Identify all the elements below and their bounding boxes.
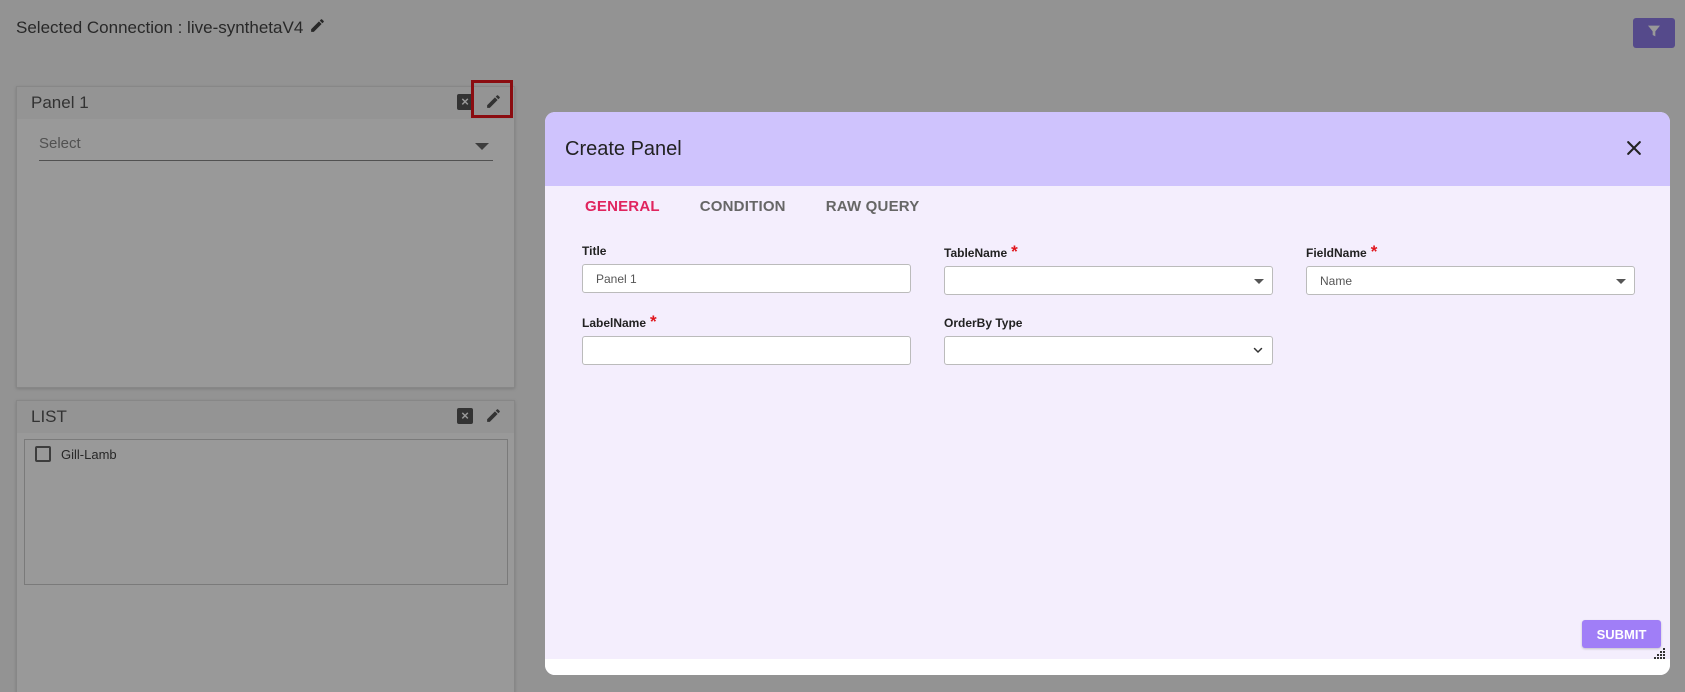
required-marker: * [650, 312, 657, 331]
fieldname-label: FieldName * [1306, 242, 1378, 261]
tab-raw-query[interactable]: RAW QUERY [826, 198, 920, 215]
chevron-down-icon [1254, 279, 1264, 284]
dialog-footer [545, 659, 1670, 675]
tablename-label: TableName * [944, 242, 1018, 261]
close-icon [1627, 141, 1641, 155]
tab-condition[interactable]: CONDITION [700, 198, 786, 215]
orderby-field-group: OrderBy Type [944, 316, 1273, 365]
resize-handle-icon[interactable] [1654, 647, 1666, 659]
required-marker: * [1011, 242, 1018, 261]
chevron-down-icon [1252, 344, 1264, 356]
labelname-input[interactable] [582, 336, 911, 365]
submit-button[interactable]: SUBMIT [1582, 620, 1661, 648]
chevron-down-icon [1616, 279, 1626, 284]
fieldname-field-group: FieldName * Name [1306, 242, 1635, 295]
close-button[interactable] [1624, 138, 1644, 158]
orderby-select[interactable] [944, 336, 1273, 365]
labelname-field-group: LabelName * [582, 312, 911, 365]
tab-general[interactable]: GENERAL [585, 198, 660, 215]
fieldname-select[interactable]: Name [1306, 266, 1635, 295]
required-marker: * [1370, 242, 1378, 261]
dialog-tabs: GENERAL CONDITION RAW QUERY [585, 198, 959, 215]
dialog-title: Create Panel [565, 137, 682, 160]
tablename-select[interactable] [944, 266, 1273, 295]
title-input[interactable]: Panel 1 [582, 264, 911, 293]
title-field-group: Title Panel 1 [582, 244, 911, 293]
labelname-label: LabelName * [582, 312, 657, 331]
orderby-label: OrderBy Type [944, 316, 1023, 330]
tablename-field-group: TableName * [944, 242, 1273, 295]
title-label: Title [582, 244, 607, 258]
dialog-header: Create Panel [545, 112, 1670, 186]
create-panel-dialog: Create Panel GENERAL CONDITION RAW QUERY… [545, 112, 1670, 675]
